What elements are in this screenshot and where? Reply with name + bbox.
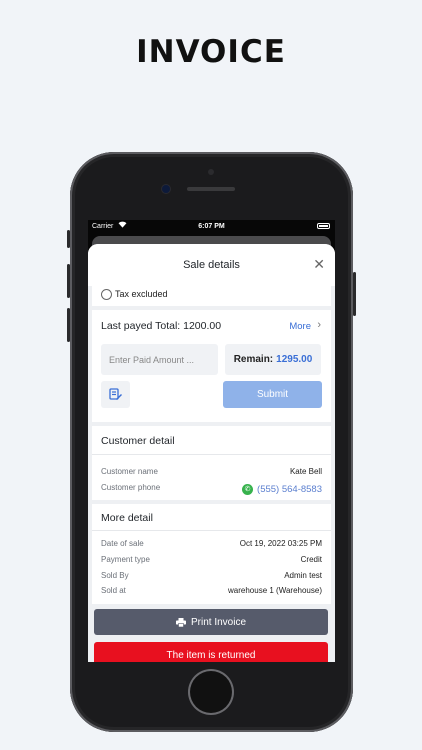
tax-label: Tax excluded <box>115 289 168 299</box>
more-link[interactable]: More <box>289 321 311 332</box>
customer-detail-card: Customer detail Customer name Kate Bell … <box>92 426 331 500</box>
customer-detail-title: Customer detail <box>101 435 175 447</box>
front-camera <box>162 185 170 193</box>
sensor <box>208 169 214 175</box>
print-invoice-button[interactable]: Print Invoice <box>94 609 328 635</box>
item-returned-button[interactable]: The item is returned <box>94 642 328 662</box>
home-button[interactable] <box>190 671 232 713</box>
customer-phone-label: Customer phone <box>101 483 161 492</box>
phone-screen: Carrier 6:07 PM Sale details ✕ Tax exclu… <box>88 220 335 662</box>
calculator-button[interactable] <box>101 381 130 408</box>
payment-type-value: Credit <box>300 555 322 564</box>
more-detail-title: More detail <box>101 512 153 524</box>
volume-up-button <box>67 264 70 298</box>
last-payed-total: Last payed Total: 1200.00 <box>101 320 222 332</box>
mute-switch <box>67 230 70 248</box>
page-headline: INVOICE <box>136 34 286 70</box>
sheet-header: Sale details ✕ <box>88 244 335 286</box>
customer-name-label: Customer name <box>101 467 158 476</box>
date-of-sale-label: Date of sale <box>101 539 144 548</box>
battery-icon <box>317 223 330 229</box>
sold-at-label: Sold at <box>101 586 126 595</box>
paid-amount-input[interactable] <box>101 344 218 375</box>
phone-frame: Carrier 6:07 PM Sale details ✕ Tax exclu… <box>67 152 356 732</box>
remain-box: Remain: 1295.00 <box>225 344 321 375</box>
sale-details-sheet: Sale details ✕ Tax excluded Last payed T… <box>88 244 335 662</box>
submit-button[interactable]: Submit <box>223 381 322 408</box>
status-time: 6:07 PM <box>198 223 225 230</box>
whatsapp-icon[interactable]: ✆ <box>242 484 254 495</box>
calculator-edit-icon <box>109 388 122 400</box>
sold-by-value: Admin test <box>284 571 322 580</box>
sheet-title: Sale details <box>183 259 240 271</box>
remain-value: 1295.00 <box>276 354 313 365</box>
tax-excluded-option[interactable]: Tax excluded <box>92 284 331 306</box>
payment-type-label: Payment type <box>101 555 150 564</box>
close-icon[interactable]: ✕ <box>313 257 325 271</box>
customer-phone-value[interactable]: (555) 564-8583 <box>257 484 322 495</box>
volume-down-button <box>67 308 70 342</box>
customer-name-value: Kate Bell <box>289 467 322 476</box>
printer-icon <box>175 617 186 627</box>
divider <box>92 454 331 455</box>
power-button <box>353 272 356 316</box>
payment-card: Last payed Total: 1200.00 More › Remain:… <box>92 310 331 422</box>
customer-phone-link[interactable]: ✆ (555) 564-8583 <box>242 484 322 495</box>
remain-label: Remain: <box>233 354 274 365</box>
more-detail-card: More detail Date of sale Oct 19, 2022 03… <box>92 504 331 604</box>
sold-at-value: warehouse 1 (Warehouse) <box>228 586 322 595</box>
print-invoice-label: Print Invoice <box>190 616 247 628</box>
sold-by-label: Sold By <box>101 571 129 580</box>
tax-radio[interactable] <box>101 289 112 300</box>
status-bar: Carrier 6:07 PM <box>88 220 335 234</box>
earpiece-speaker <box>187 187 235 191</box>
date-of-sale-value: Oct 19, 2022 03:25 PM <box>239 539 322 548</box>
chevron-right-icon[interactable]: › <box>317 319 321 331</box>
divider <box>92 530 331 531</box>
